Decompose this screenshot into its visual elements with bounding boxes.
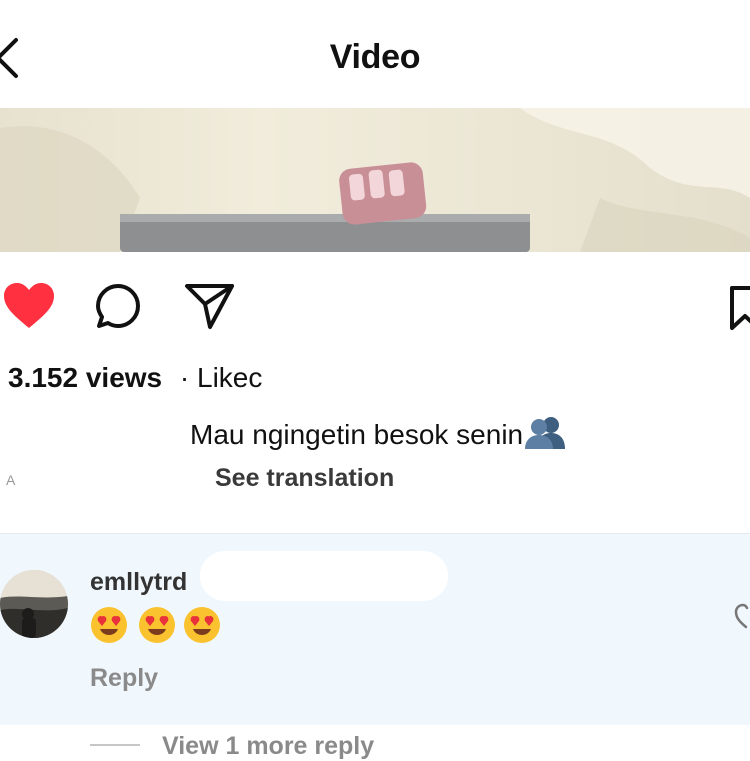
top-bar: Video [0,0,750,108]
avatar-photo [0,570,68,638]
heart-eyes-emoji-icon [139,607,175,643]
comment-like-button[interactable] [734,600,750,630]
view-more-replies-link[interactable]: View 1 more reply [162,732,374,761]
paper-plane-icon [185,284,234,329]
post-caption: Mau ngingetin besok senin [190,414,567,451]
reply-button[interactable]: Reply [90,664,158,693]
share-button[interactable] [184,282,236,337]
redaction-block [200,551,448,601]
video-player[interactable] [0,108,750,252]
heart-outline-icon [734,603,749,629]
replies-line [90,744,140,746]
people-emoji-icon [525,417,566,449]
save-button[interactable] [728,286,750,337]
views-line: 3.152 views · Likec [8,362,262,398]
view-count: 3.152 views [8,362,163,393]
bookmark-icon [730,286,750,330]
post-meta-fragment: A [6,472,16,488]
video-frame [0,108,750,252]
like-button[interactable] [2,282,56,335]
caption-text: Mau ngingetin besok senin [190,419,524,450]
liked-by-text[interactable]: · Likec [180,362,262,393]
comment-button[interactable] [94,282,144,337]
heart-filled-icon [4,283,54,328]
heart-eyes-emoji-icon [91,607,127,643]
comment-username[interactable]: emllytrd [90,568,187,597]
avatar[interactable] [0,570,68,638]
heart-eyes-emoji-icon [184,607,220,643]
action-bar [0,252,750,362]
see-translation-link[interactable]: See translation [215,464,394,493]
comment-bubble-icon [96,284,140,328]
page-title: Video [329,38,421,76]
